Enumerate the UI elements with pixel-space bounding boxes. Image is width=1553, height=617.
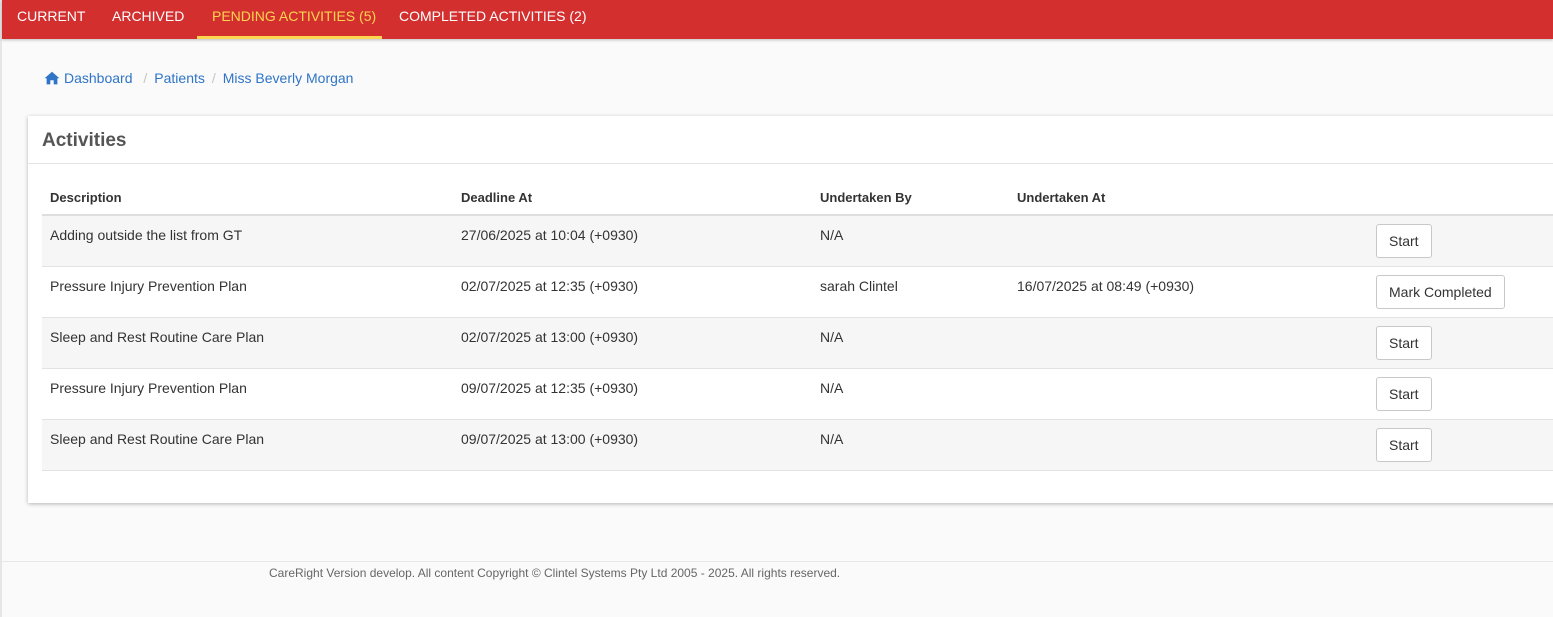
breadcrumb-separator: / — [143, 70, 148, 86]
cell-description: Pressure Injury Prevention Plan — [50, 278, 247, 294]
breadcrumb-patient-name[interactable]: Miss Beverly Morgan — [223, 70, 354, 86]
cell-description: Adding outside the list from GT — [50, 227, 243, 243]
table-row: Adding outside the list from GT 27/06/20… — [42, 216, 1553, 267]
table-row: Pressure Injury Prevention Plan 09/07/20… — [42, 369, 1553, 420]
start-button[interactable]: Start — [1376, 326, 1432, 360]
column-header-description[interactable]: Description — [50, 190, 122, 205]
footer-copyright: CareRight Version develop. All content C… — [269, 566, 841, 580]
table-row: Sleep and Rest Routine Care Plan 09/07/2… — [42, 420, 1553, 471]
cell-deadline-at: 09/07/2025 at 12:35 (+0930) — [461, 380, 639, 396]
tab-current[interactable]: CURRENT — [17, 0, 85, 39]
card-title: Activities — [42, 130, 127, 151]
footer-divider — [2, 561, 1553, 562]
breadcrumb-patients[interactable]: Patients — [154, 70, 205, 86]
cell-description: Sleep and Rest Routine Care Plan — [50, 431, 265, 447]
column-header-undertaken-at[interactable]: Undertaken At — [1017, 190, 1105, 205]
breadcrumb: Dashboard / Patients / Miss Beverly Morgan — [44, 68, 353, 88]
cell-undertaken-at: 16/07/2025 at 08:49 (+0930) — [1017, 278, 1195, 294]
table-header: Description Deadline At Undertaken By Un… — [42, 182, 1553, 216]
start-button[interactable]: Start — [1376, 224, 1432, 258]
cell-description: Sleep and Rest Routine Care Plan — [50, 329, 265, 345]
table-row: Sleep and Rest Routine Care Plan 02/07/2… — [42, 318, 1553, 369]
activities-table: Description Deadline At Undertaken By Un… — [42, 182, 1553, 471]
home-icon — [44, 71, 60, 85]
cell-deadline-at: 27/06/2025 at 10:04 (+0930) — [461, 227, 639, 243]
start-button[interactable]: Start — [1376, 428, 1432, 462]
card-divider — [28, 163, 1553, 164]
cell-undertaken-by: N/A — [820, 329, 844, 345]
breadcrumb-dashboard-label: Dashboard — [64, 70, 133, 86]
cell-undertaken-by: N/A — [820, 431, 844, 447]
cell-deadline-at: 09/07/2025 at 13:00 (+0930) — [461, 431, 639, 447]
tab-pending-activities[interactable]: PENDING ACTIVITIES (5) — [197, 0, 382, 39]
activities-card: Activities Description Deadline At Under… — [28, 116, 1553, 503]
cell-description: Pressure Injury Prevention Plan — [50, 380, 247, 396]
page: CURRENT ARCHIVED PENDING ACTIVITIES (5) … — [0, 0, 1553, 617]
tab-archived[interactable]: ARCHIVED — [112, 0, 184, 39]
mark-completed-button[interactable]: Mark Completed — [1376, 275, 1505, 309]
table-row: Pressure Injury Prevention Plan 02/07/20… — [42, 267, 1553, 318]
column-header-undertaken-by[interactable]: Undertaken By — [820, 190, 912, 205]
cell-undertaken-by: sarah Clintel — [820, 278, 898, 294]
cell-undertaken-by: N/A — [820, 227, 844, 243]
top-nav: CURRENT ARCHIVED PENDING ACTIVITIES (5) … — [2, 0, 1553, 39]
column-header-deadline-at[interactable]: Deadline At — [461, 190, 532, 205]
cell-deadline-at: 02/07/2025 at 13:00 (+0930) — [461, 329, 639, 345]
start-button[interactable]: Start — [1376, 377, 1432, 411]
tab-completed-activities[interactable]: COMPLETED ACTIVITIES (2) — [399, 0, 586, 39]
breadcrumb-dashboard[interactable]: Dashboard — [44, 70, 136, 86]
breadcrumb-separator: / — [211, 70, 216, 86]
cell-deadline-at: 02/07/2025 at 12:35 (+0930) — [461, 278, 639, 294]
cell-undertaken-by: N/A — [820, 380, 844, 396]
